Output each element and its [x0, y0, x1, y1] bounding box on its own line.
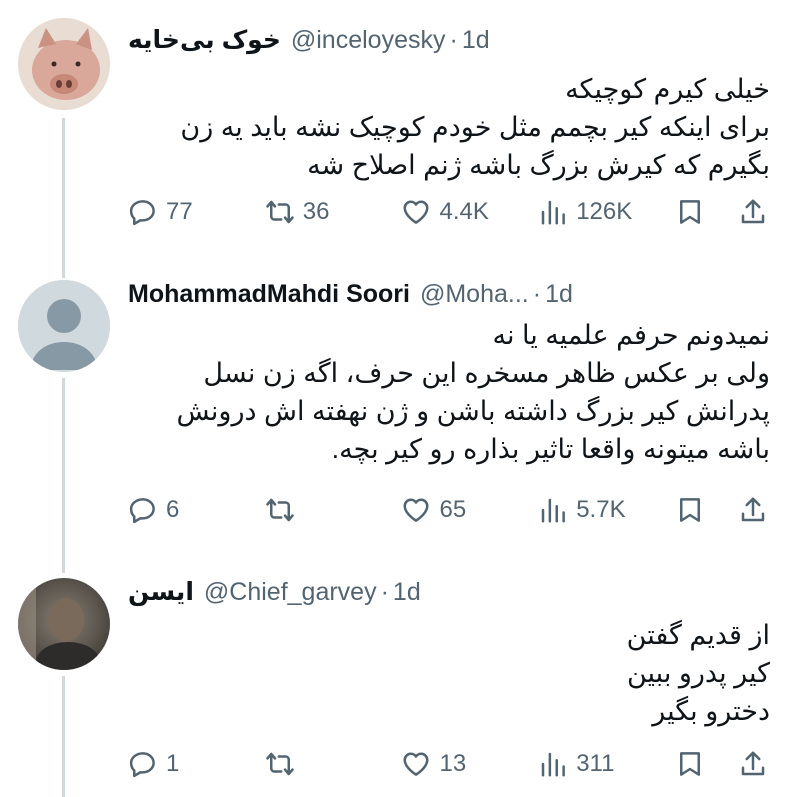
timestamp[interactable]: 1d: [393, 578, 421, 607]
like-button[interactable]: 65: [401, 495, 538, 525]
tweet[interactable]: خوک بی‌خایه @inceloyesky · 1d خیلی کیرم …: [0, 18, 800, 243]
separator-dot: ·: [380, 577, 389, 606]
like-button[interactable]: 4.4K: [401, 197, 538, 227]
bookmark-button[interactable]: [675, 495, 738, 525]
bookmark-button[interactable]: [675, 197, 738, 227]
views-icon: [541, 498, 566, 523]
reply-button[interactable]: 6: [128, 495, 265, 525]
bookmark-icon: [679, 752, 700, 776]
tweet-text: خیلی کیرم کوچیکه برای اینکه کیر بچمم مثل…: [180, 74, 770, 180]
share-icon: [742, 751, 765, 776]
view-count: 126K: [576, 198, 633, 225]
tweet[interactable]: ایسن @Chief_garvey · 1d از قدیم گفتن کیر…: [0, 578, 800, 797]
views-button[interactable]: 126K: [538, 197, 675, 227]
share-button[interactable]: [738, 749, 778, 779]
bookmark-icon: [679, 498, 700, 522]
reply-count: 6: [166, 496, 180, 523]
tweet[interactable]: MohammadMahdi Soori @Moha... · 1d نمیدون…: [0, 280, 800, 540]
reply-icon: [129, 498, 155, 524]
display-name[interactable]: MohammadMahdi Soori: [128, 280, 410, 309]
share-button[interactable]: [738, 495, 778, 525]
retweet-count: 36: [302, 198, 330, 225]
tweet-text: از قدیم گفتن کیر پدرو ببین دخترو بگیر: [626, 620, 770, 726]
bookmark-icon: [679, 200, 700, 224]
share-icon: [742, 199, 765, 224]
retweet-button[interactable]: [265, 749, 402, 779]
tweet-text: نمیدونم حرفم علمیه یا نه ولی بر عکس ظاهر…: [176, 320, 770, 464]
views-icon: [541, 752, 566, 777]
heart-icon: [403, 752, 429, 776]
tweet-header: خوک بی‌خایه @inceloyesky · 1d: [128, 20, 490, 60]
action-bar: 1 13 311: [128, 744, 778, 784]
timestamp[interactable]: 1d: [462, 26, 490, 55]
separator-dot: ·: [532, 279, 542, 308]
retweet-icon: [265, 752, 294, 776]
default-avatar[interactable]: [18, 280, 110, 372]
reply-count: 1: [166, 750, 180, 777]
pig-avatar[interactable]: [18, 18, 110, 110]
display-name[interactable]: ایسن: [128, 577, 194, 607]
retweet-button[interactable]: 36: [265, 197, 402, 227]
reply-button[interactable]: 1: [128, 749, 265, 779]
tweet-header: MohammadMahdi Soori @Moha... · 1d: [128, 274, 573, 314]
action-bar: 6 65 5.7K: [128, 490, 778, 530]
reply-button[interactable]: 77: [128, 197, 265, 227]
separator-dot: ·: [449, 25, 458, 54]
handle[interactable]: @Chief_garvey: [204, 578, 377, 607]
blurred-photo-avatar[interactable]: [18, 578, 110, 670]
share-button[interactable]: [738, 197, 778, 227]
handle[interactable]: @inceloyesky: [291, 26, 446, 55]
display-name[interactable]: خوک بی‌خایه: [128, 25, 281, 55]
views-button[interactable]: 5.7K: [538, 495, 675, 525]
action-bar: 77 36 4.4K 126K: [128, 192, 778, 232]
heart-icon: [403, 200, 429, 224]
retweet-button[interactable]: [265, 495, 402, 525]
handle[interactable]: @Moha...: [420, 280, 529, 309]
views-button[interactable]: 311: [538, 749, 675, 779]
views-icon: [541, 200, 566, 225]
like-button[interactable]: 13: [401, 749, 538, 779]
like-count: 4.4K: [439, 198, 489, 225]
timestamp[interactable]: 1d: [545, 280, 573, 309]
reply-icon: [129, 200, 155, 226]
view-count: 311: [576, 750, 615, 777]
like-count: 13: [439, 750, 467, 777]
reply-icon: [129, 752, 155, 778]
bookmark-button[interactable]: [675, 749, 738, 779]
retweet-icon: [265, 200, 294, 224]
heart-icon: [403, 498, 429, 522]
like-count: 65: [439, 496, 467, 523]
reply-count: 77: [166, 198, 193, 225]
retweet-icon: [265, 498, 294, 522]
tweet-header: ایسن @Chief_garvey · 1d: [128, 572, 421, 612]
view-count: 5.7K: [576, 496, 626, 523]
share-icon: [742, 497, 765, 522]
